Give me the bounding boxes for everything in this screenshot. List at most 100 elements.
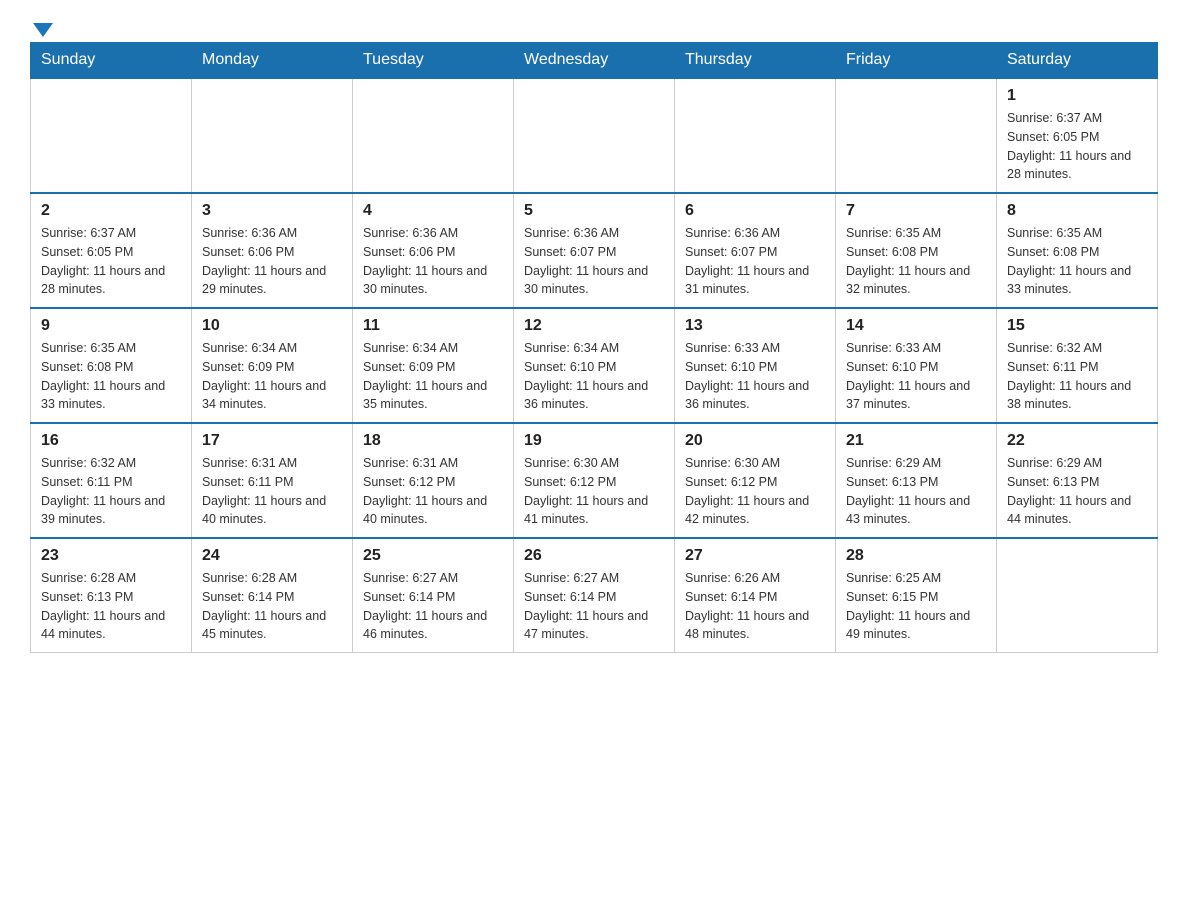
calendar-cell: 24 Sunrise: 6:28 AM Sunset: 6:14 PM Dayli… [192,538,353,653]
day-info: Sunrise: 6:28 AM Sunset: 6:13 PM Dayligh… [41,569,181,644]
day-number: 7 [846,202,986,220]
calendar-cell: 7 Sunrise: 6:35 AM Sunset: 6:08 PM Daylig… [836,193,997,308]
calendar-cell [353,78,514,193]
calendar-cell [514,78,675,193]
calendar-cell: 17Sunrise: 6:31 AM Sunset: 6:11 PM Dayli… [192,423,353,538]
day-number: 25 [363,547,503,565]
day-number: 26 [524,547,664,565]
day-number: 28 [846,547,986,565]
calendar-cell: 20 Sunrise: 6:30 AM Sunset: 6:12 PM Dayli… [675,423,836,538]
day-number: 4 [363,202,503,220]
day-info: Sunrise: 6:32 AM Sunset: 6:11 PM Dayligh… [41,454,181,529]
calendar-cell: 5 Sunrise: 6:36 AM Sunset: 6:07 PM Daylig… [514,193,675,308]
calendar-week-row: 1 Sunrise: 6:37 AM Sunset: 6:05 PM Daylig… [31,78,1158,193]
day-number: 1 [1007,87,1147,105]
calendar-cell: 2 Sunrise: 6:37 AM Sunset: 6:05 PM Daylig… [31,193,192,308]
day-number: 12 [524,317,664,335]
day-number: 11 [363,317,503,335]
calendar-cell: 1 Sunrise: 6:37 AM Sunset: 6:05 PM Daylig… [997,78,1158,193]
day-of-week-header: Sunday [31,43,192,79]
day-number: 10 [202,317,342,335]
calendar-cell: 28 Sunrise: 6:25 AM Sunset: 6:15 PM Dayli… [836,538,997,653]
day-info: Sunrise: 6:36 AM Sunset: 6:07 PM Dayligh… [685,224,825,299]
day-info: Sunrise: 6:35 AM Sunset: 6:08 PM Dayligh… [1007,224,1147,299]
day-info: Sunrise: 6:33 AM Sunset: 6:10 PM Dayligh… [685,339,825,414]
day-info: Sunrise: 6:29 AM Sunset: 6:13 PM Dayligh… [846,454,986,529]
day-info: Sunrise: 6:34 AM Sunset: 6:10 PM Dayligh… [524,339,664,414]
day-of-week-header: Wednesday [514,43,675,79]
day-info: Sunrise: 6:26 AM Sunset: 6:14 PM Dayligh… [685,569,825,644]
day-number: 9 [41,317,181,335]
page-header [30,20,1158,32]
day-number: 20 [685,432,825,450]
logo [30,20,53,32]
day-number: 13 [685,317,825,335]
calendar-cell: 9 Sunrise: 6:35 AM Sunset: 6:08 PM Daylig… [31,308,192,423]
day-number: 8 [1007,202,1147,220]
day-info: Sunrise: 6:37 AM Sunset: 6:05 PM Dayligh… [41,224,181,299]
day-info: Sunrise: 6:29 AM Sunset: 6:13 PM Dayligh… [1007,454,1147,529]
calendar-cell: 4 Sunrise: 6:36 AM Sunset: 6:06 PM Daylig… [353,193,514,308]
calendar-cell: 6 Sunrise: 6:36 AM Sunset: 6:07 PM Daylig… [675,193,836,308]
calendar-cell [675,78,836,193]
calendar-cell [836,78,997,193]
day-info: Sunrise: 6:37 AM Sunset: 6:05 PM Dayligh… [1007,109,1147,184]
day-info: Sunrise: 6:25 AM Sunset: 6:15 PM Dayligh… [846,569,986,644]
day-info: Sunrise: 6:27 AM Sunset: 6:14 PM Dayligh… [524,569,664,644]
calendar-cell: 27 Sunrise: 6:26 AM Sunset: 6:14 PM Dayli… [675,538,836,653]
day-info: Sunrise: 6:30 AM Sunset: 6:12 PM Dayligh… [685,454,825,529]
calendar-cell [997,538,1158,653]
calendar-week-row: 2 Sunrise: 6:37 AM Sunset: 6:05 PM Daylig… [31,193,1158,308]
calendar-week-row: 9 Sunrise: 6:35 AM Sunset: 6:08 PM Daylig… [31,308,1158,423]
calendar-cell: 25 Sunrise: 6:27 AM Sunset: 6:14 PM Dayli… [353,538,514,653]
day-info: Sunrise: 6:32 AM Sunset: 6:11 PM Dayligh… [1007,339,1147,414]
day-info: Sunrise: 6:36 AM Sunset: 6:06 PM Dayligh… [202,224,342,299]
day-info: Sunrise: 6:31 AM Sunset: 6:12 PM Dayligh… [363,454,503,529]
day-number: 5 [524,202,664,220]
calendar-cell: 10 Sunrise: 6:34 AM Sunset: 6:09 PM Dayli… [192,308,353,423]
calendar-cell: 19Sunrise: 6:30 AM Sunset: 6:12 PM Dayli… [514,423,675,538]
day-of-week-header: Friday [836,43,997,79]
day-number: 14 [846,317,986,335]
day-number: 18 [363,432,503,450]
day-number: 3 [202,202,342,220]
day-info: Sunrise: 6:34 AM Sunset: 6:09 PM Dayligh… [363,339,503,414]
calendar-cell: 23Sunrise: 6:28 AM Sunset: 6:13 PM Dayli… [31,538,192,653]
day-info: Sunrise: 6:33 AM Sunset: 6:10 PM Dayligh… [846,339,986,414]
day-number: 15 [1007,317,1147,335]
day-number: 6 [685,202,825,220]
calendar-cell: 13 Sunrise: 6:33 AM Sunset: 6:10 PM Dayli… [675,308,836,423]
calendar-table: SundayMondayTuesdayWednesdayThursdayFrid… [30,42,1158,653]
day-number: 21 [846,432,986,450]
calendar-cell: 8 Sunrise: 6:35 AM Sunset: 6:08 PM Daylig… [997,193,1158,308]
day-info: Sunrise: 6:34 AM Sunset: 6:09 PM Dayligh… [202,339,342,414]
calendar-week-row: 16 Sunrise: 6:32 AM Sunset: 6:11 PM Dayli… [31,423,1158,538]
day-info: Sunrise: 6:36 AM Sunset: 6:07 PM Dayligh… [524,224,664,299]
calendar-cell: 14 Sunrise: 6:33 AM Sunset: 6:10 PM Dayli… [836,308,997,423]
calendar-cell: 15 Sunrise: 6:32 AM Sunset: 6:11 PM Dayli… [997,308,1158,423]
logo-arrow-icon [33,23,53,37]
day-info: Sunrise: 6:35 AM Sunset: 6:08 PM Dayligh… [41,339,181,414]
day-number: 22 [1007,432,1147,450]
calendar-week-row: 23Sunrise: 6:28 AM Sunset: 6:13 PM Dayli… [31,538,1158,653]
calendar-cell [192,78,353,193]
day-number: 27 [685,547,825,565]
calendar-cell: 21 Sunrise: 6:29 AM Sunset: 6:13 PM Dayli… [836,423,997,538]
day-of-week-header: Tuesday [353,43,514,79]
day-info: Sunrise: 6:27 AM Sunset: 6:14 PM Dayligh… [363,569,503,644]
day-number: 19 [524,432,664,450]
day-info: Sunrise: 6:35 AM Sunset: 6:08 PM Dayligh… [846,224,986,299]
calendar-cell [31,78,192,193]
calendar-cell: 3 Sunrise: 6:36 AM Sunset: 6:06 PM Daylig… [192,193,353,308]
day-number: 2 [41,202,181,220]
day-of-week-header: Saturday [997,43,1158,79]
day-of-week-header: Thursday [675,43,836,79]
calendar-cell: 16 Sunrise: 6:32 AM Sunset: 6:11 PM Dayli… [31,423,192,538]
day-info: Sunrise: 6:28 AM Sunset: 6:14 PM Dayligh… [202,569,342,644]
day-number: 16 [41,432,181,450]
calendar-header-row: SundayMondayTuesdayWednesdayThursdayFrid… [31,43,1158,79]
calendar-cell: 18 Sunrise: 6:31 AM Sunset: 6:12 PM Dayli… [353,423,514,538]
calendar-cell: 26 Sunrise: 6:27 AM Sunset: 6:14 PM Dayli… [514,538,675,653]
day-info: Sunrise: 6:36 AM Sunset: 6:06 PM Dayligh… [363,224,503,299]
day-number: 24 [202,547,342,565]
